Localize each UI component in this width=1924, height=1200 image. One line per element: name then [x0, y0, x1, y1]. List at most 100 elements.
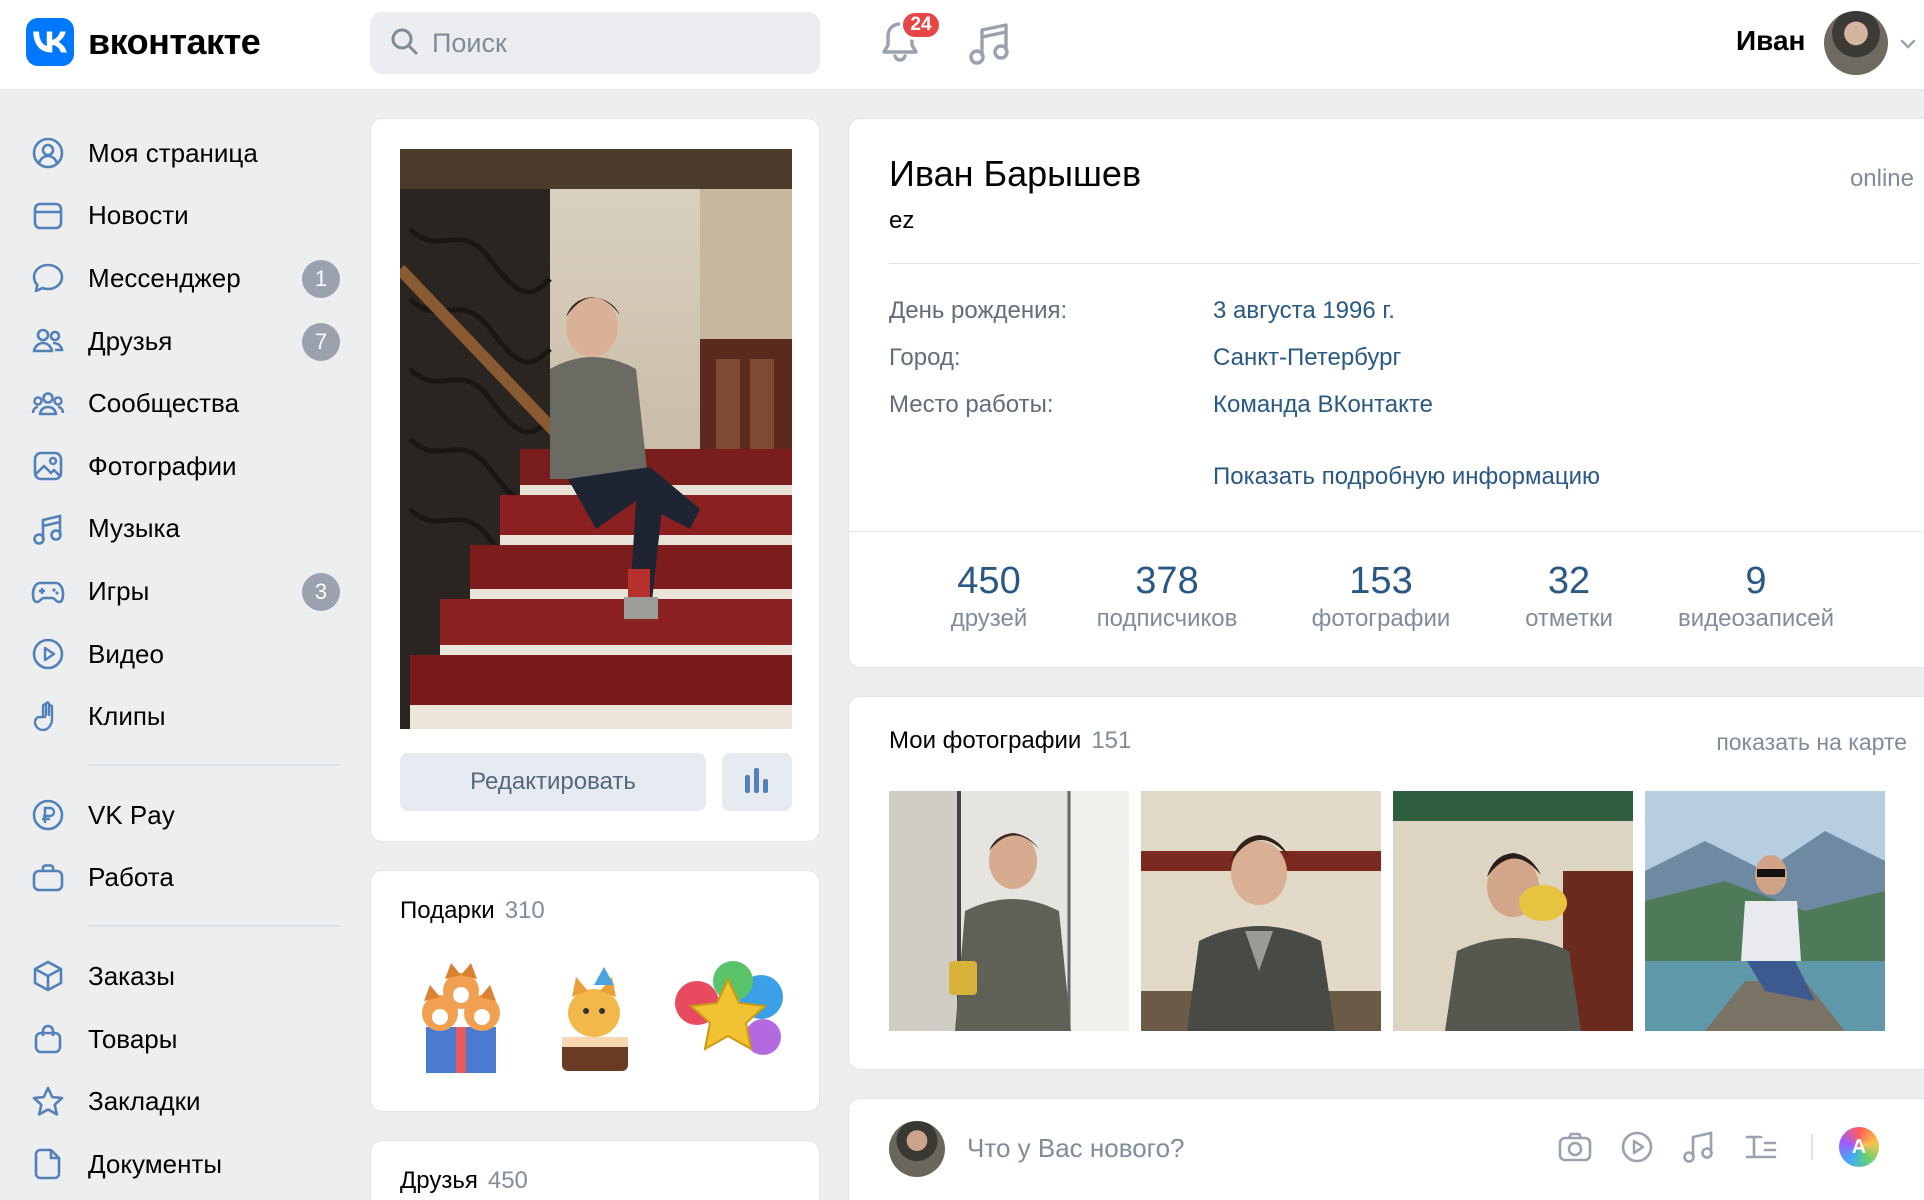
vk-apps-icon[interactable]: A — [1839, 1127, 1879, 1167]
top-header: вконтакте 24 Иван — [0, 0, 1924, 90]
stats-button[interactable] — [722, 753, 792, 811]
camera-icon[interactable] — [1555, 1127, 1595, 1167]
sidebar-item-music[interactable]: Музыка — [28, 498, 340, 561]
briefcase-icon — [28, 858, 68, 898]
sidebar-item-video[interactable]: Видео — [28, 623, 340, 686]
counter-number: 153 — [1349, 560, 1413, 602]
video-icon — [28, 634, 68, 674]
friends-title: Друзья — [400, 1167, 478, 1194]
show-details-link[interactable]: Показать подробную информацию — [1213, 463, 1600, 491]
profile-main-photo[interactable] — [400, 149, 792, 729]
box-icon — [28, 956, 68, 996]
photo-thumbnail[interactable] — [1393, 791, 1633, 1031]
photo-thumbnail[interactable] — [889, 791, 1129, 1031]
gifts-card[interactable]: Подарки 310 — [370, 870, 820, 1112]
sidebar-divider — [88, 763, 340, 766]
gamepad-icon — [28, 571, 68, 611]
search-box[interactable] — [370, 12, 820, 74]
search-input[interactable] — [432, 27, 812, 59]
photo-thumbnail[interactable] — [1645, 791, 1885, 1031]
sidebar-item-message[interactable]: Мессенджер 1 — [28, 247, 340, 310]
sidebar-item-label: Сообщества — [88, 388, 240, 419]
post-author-avatar[interactable] — [889, 1121, 945, 1177]
info-value-link[interactable]: Санкт-Петербург — [1213, 344, 1401, 372]
sidebar-item-document[interactable]: Документы — [28, 1133, 340, 1196]
gifts-header[interactable]: Подарки 310 — [400, 897, 545, 925]
left-sidebar: Моя страница Новости Мессенджер 1 Друзья 7 Соо… — [28, 122, 340, 1196]
bag-icon — [28, 1019, 68, 1059]
sidebar-item-label: Заказы — [88, 960, 175, 991]
sidebar-item-clips[interactable]: Клипы — [28, 685, 340, 748]
friends-count: 450 — [487, 1167, 528, 1194]
sidebar-item-briefcase[interactable]: Работа — [28, 847, 340, 910]
vkpay-icon — [28, 795, 68, 835]
header-avatar[interactable] — [1824, 11, 1888, 75]
sidebar-item-star[interactable]: Закладки — [28, 1070, 340, 1133]
header-user-name[interactable]: Иван — [1736, 25, 1805, 57]
profile-status[interactable]: ez — [889, 207, 914, 235]
star-icon — [28, 1082, 68, 1122]
gifts-title: Подарки — [400, 897, 495, 924]
sidebar-item-label: Музыка — [88, 513, 180, 544]
sidebar-item-user-circle[interactable]: Моя страница — [28, 122, 340, 185]
sidebar-item-label: Видео — [88, 638, 164, 669]
friends-header[interactable]: Друзья 450 — [400, 1167, 528, 1195]
document-icon — [28, 1144, 68, 1184]
chevron-down-icon[interactable] — [1898, 34, 1918, 54]
sidebar-item-news[interactable]: Новости — [28, 185, 340, 248]
gift-birthday-star[interactable] — [667, 957, 789, 1079]
video-play-icon[interactable] — [1617, 1127, 1657, 1167]
info-value-link[interactable]: 3 августа 1996 г. — [1213, 297, 1395, 325]
gift-cat-cake[interactable] — [534, 957, 656, 1079]
notifications-badge: 24 — [900, 10, 942, 40]
sidebar-item-label: Закладки — [88, 1086, 201, 1117]
photos-title: Мои фотографии — [889, 727, 1082, 754]
sidebar-item-label: Игры — [88, 575, 150, 606]
new-post-card: Что у Вас нового? A — [848, 1098, 1924, 1200]
show-on-map-link[interactable]: показать на карте — [1716, 729, 1907, 756]
sidebar-item-friends[interactable]: Друзья 7 — [28, 310, 340, 373]
sidebar-item-gamepad[interactable]: Игры 3 — [28, 560, 340, 623]
sidebar-item-photo[interactable]: Фотографии — [28, 435, 340, 498]
sidebar-item-box[interactable]: Заказы — [28, 945, 340, 1008]
vk-logo[interactable]: вконтакте — [26, 18, 261, 66]
article-icon[interactable] — [1741, 1127, 1781, 1167]
sidebar-item-communities[interactable]: Сообщества — [28, 372, 340, 435]
friends-card[interactable]: Друзья 450 — [370, 1140, 820, 1200]
profile-photo-card: Редактировать — [370, 118, 820, 842]
music-icon[interactable] — [1679, 1127, 1719, 1167]
user-circle-icon — [28, 133, 68, 173]
music-player-icon[interactable] — [968, 20, 1012, 68]
post-attachments: A — [1555, 1127, 1879, 1167]
photos-header[interactable]: Мои фотографии 151 — [889, 727, 1131, 755]
sidebar-item-label: VK Pay — [88, 799, 175, 830]
sidebar-item-bag[interactable]: Товары — [28, 1008, 340, 1071]
info-label: Город: — [889, 344, 961, 371]
edit-profile-button[interactable]: Редактировать — [400, 753, 706, 811]
profile-counters: 450 друзей 378 подписчиков 153 фотографи… — [849, 559, 1924, 649]
counter-label: друзей — [950, 605, 1028, 632]
news-icon — [28, 196, 68, 236]
counter-number: 378 — [1135, 560, 1199, 602]
counter-followers[interactable]: 378 подписчиков — [1077, 559, 1257, 633]
sidebar-item-badge: 3 — [302, 573, 340, 612]
sidebar-item-label: Документы — [88, 1148, 223, 1179]
counter-tags[interactable]: 32 отметки — [1499, 559, 1639, 633]
counter-videos[interactable]: 9 видеозаписей — [1661, 559, 1851, 633]
counter-photos[interactable]: 153 фотографии — [1291, 559, 1471, 633]
counter-label: подписчиков — [1096, 605, 1238, 632]
info-label: Место работы: — [889, 391, 1054, 418]
photo-thumbnail[interactable] — [1141, 791, 1381, 1031]
counter-label: видеозаписей — [1677, 605, 1835, 632]
counter-friends[interactable]: 450 друзей — [919, 559, 1059, 633]
sidebar-item-badge: 1 — [302, 260, 340, 299]
info-value-link[interactable]: Команда ВКонтакте — [1213, 391, 1433, 419]
gift-foxes-box[interactable] — [400, 957, 522, 1079]
sidebar-item-label: Мессенджер — [88, 262, 241, 293]
new-post-input[interactable]: Что у Вас нового? — [967, 1133, 1185, 1164]
clips-icon — [28, 697, 68, 737]
sidebar-item-label: Моя страница — [88, 137, 258, 168]
sidebar-item-label: Друзья — [88, 325, 173, 356]
counter-label: отметки — [1525, 605, 1613, 632]
sidebar-item-vkpay[interactable]: VK Pay — [28, 784, 340, 847]
